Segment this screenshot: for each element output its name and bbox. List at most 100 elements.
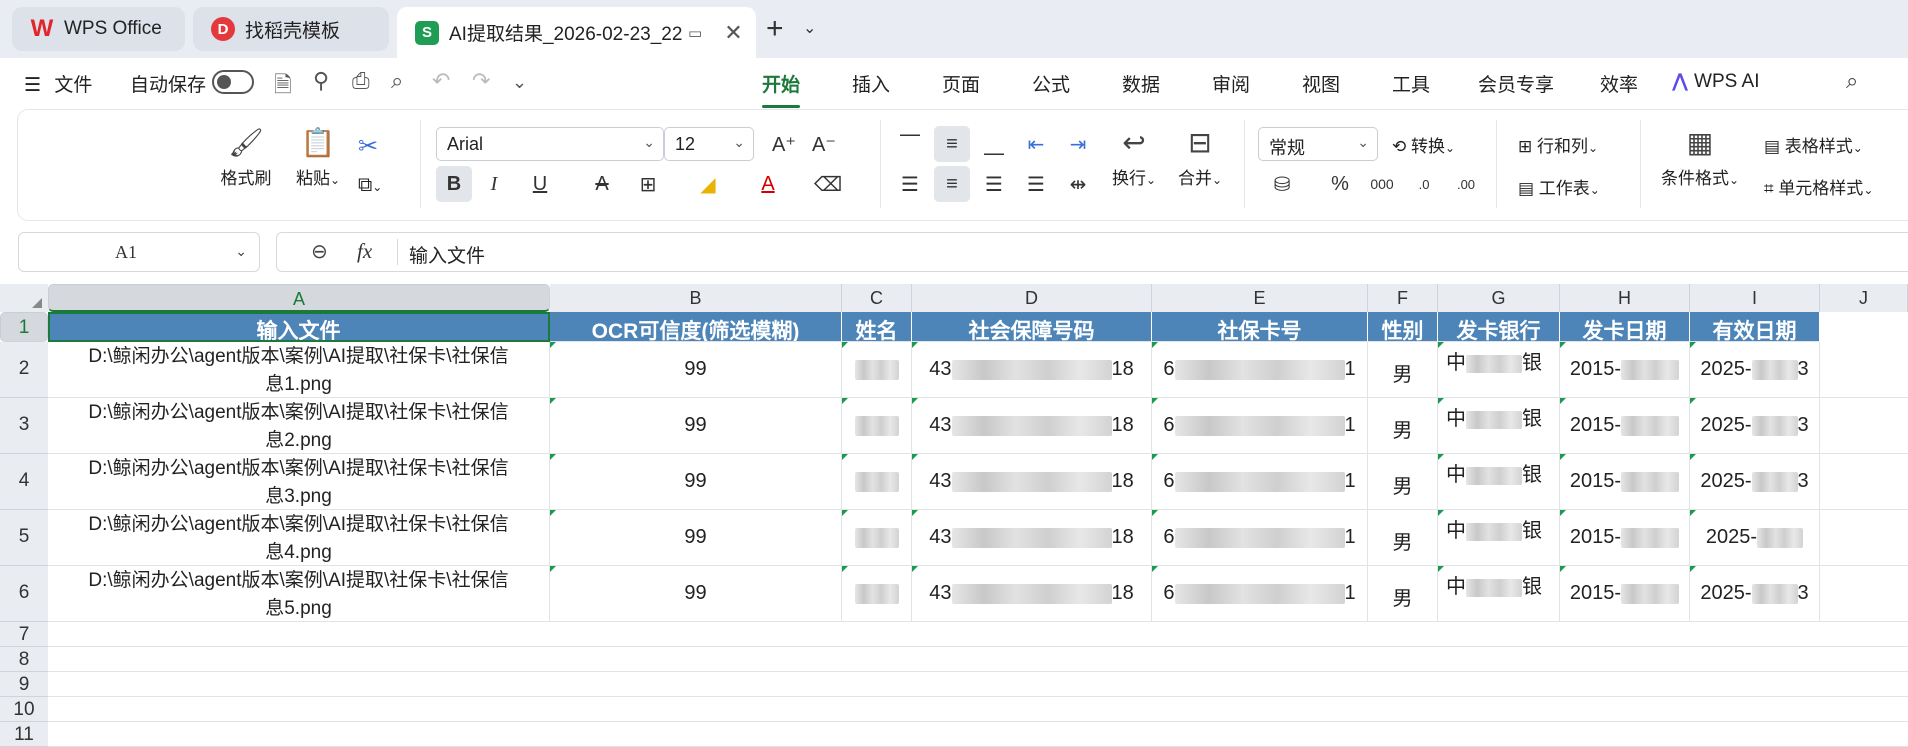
indent-increase-icon[interactable]: ⇥ (1060, 126, 1096, 162)
print-preview-icon[interactable]: ⌕ (391, 68, 403, 94)
autosave-toggle[interactable] (212, 70, 254, 94)
function-icon[interactable]: fx (357, 239, 372, 264)
print-icon[interactable]: ⎙ (352, 68, 370, 94)
italic-button[interactable]: I (476, 166, 512, 202)
cell-card-number[interactable]: 61 (1152, 342, 1368, 398)
tab-insert[interactable]: 插入 (852, 70, 890, 97)
monitor-icon[interactable]: ▭ (688, 24, 702, 42)
cell-input-file[interactable]: D:\鲸闲办公\agent版本\案例\AI提取\社保卡\社保信 息4.png (48, 510, 550, 566)
redo-icon[interactable]: ↷ (472, 68, 490, 94)
header-cell-name[interactable]: 姓名 (842, 312, 912, 342)
row-header-10[interactable]: 10 (0, 697, 48, 722)
cell-issue-date[interactable]: 2015- (1560, 342, 1690, 398)
cell-ssn[interactable]: 43 18 (912, 566, 1152, 622)
cell-name-redacted[interactable] (842, 454, 912, 510)
align-bottom-icon[interactable]: ⎽ (976, 126, 1012, 162)
column-header-d[interactable]: D (912, 284, 1152, 312)
eraser-icon[interactable]: ⌫ (810, 166, 846, 202)
copy-icon[interactable]: ⧉⌄ (358, 174, 382, 197)
align-left-icon[interactable]: ☰ (892, 166, 928, 202)
column-header-j[interactable]: J (1820, 284, 1908, 312)
row-header-5[interactable]: 5 (0, 510, 48, 566)
tab-data[interactable]: 数据 (1122, 70, 1160, 97)
decimal-decrease-icon[interactable]: .00 (1448, 166, 1484, 202)
cell-bank[interactable]: 中银 (1438, 342, 1560, 398)
header-cell-input-file[interactable]: 输入文件 (48, 312, 550, 342)
empty-row[interactable] (48, 622, 1908, 647)
cell-gender[interactable]: 男 (1368, 566, 1438, 622)
format-painter-button[interactable]: 🖌 格式刷 (218, 126, 274, 189)
header-cell-card-number[interactable]: 社保卡号 (1152, 312, 1368, 342)
cell-name-redacted[interactable] (842, 398, 912, 454)
strikethrough-button[interactable]: A (584, 166, 620, 202)
cell-ssn[interactable]: 43 18 (912, 342, 1152, 398)
cell-ssn[interactable]: 43 18 (912, 398, 1152, 454)
chevron-down-icon[interactable]: ⌄ (512, 72, 527, 93)
cell-name-redacted[interactable] (842, 342, 912, 398)
column-header-a[interactable]: A (48, 284, 550, 312)
row-header-11[interactable]: 11 (0, 722, 48, 747)
column-header-b[interactable]: B (550, 284, 842, 312)
bold-button[interactable]: B (436, 166, 472, 202)
cell-expiry-date[interactable]: 2025- 3 (1690, 454, 1820, 510)
wrap-button[interactable]: ↩ 换行⌄ (1104, 126, 1164, 189)
font-color-icon[interactable]: A (750, 166, 786, 202)
tab-view[interactable]: 视图 (1302, 70, 1340, 97)
spreadsheet-grid[interactable]: A B C D E F G H I J 1 2 3 4 5 6 7 8 9 10… (0, 284, 1908, 747)
cell-card-number[interactable]: 61 (1152, 566, 1368, 622)
underline-button[interactable]: U (522, 166, 558, 202)
cell-card-number[interactable]: 61 (1152, 398, 1368, 454)
border-icon[interactable]: ⊞ (630, 166, 666, 202)
cell-issue-date[interactable]: 2015- (1560, 566, 1690, 622)
thousands-icon[interactable]: 000 (1364, 166, 1400, 202)
cell-bank[interactable]: 中银 (1438, 398, 1560, 454)
convert-button[interactable]: ⟲ 转换⌄ (1392, 132, 1455, 157)
wps-ai-button[interactable]: ⋀ WPS AI (1672, 70, 1759, 93)
align-top-icon[interactable]: ⎺ (892, 126, 928, 162)
header-cell-ssn[interactable]: 社会保障号码 (912, 312, 1152, 342)
header-cell-gender[interactable]: 性别 (1368, 312, 1438, 342)
distribute-icon[interactable]: ⇹ (1060, 166, 1096, 202)
fill-color-icon[interactable]: ◢ (690, 166, 726, 202)
cell-ocr-confidence[interactable]: 99 (550, 566, 842, 622)
font-size-select[interactable]: 12 ⌄ (664, 127, 754, 161)
empty-row[interactable] (48, 672, 1908, 697)
cell-expiry-date[interactable]: 2025- 3 (1690, 342, 1820, 398)
column-header-g[interactable]: G (1438, 284, 1560, 312)
cell-gender[interactable]: 男 (1368, 454, 1438, 510)
cell-issue-date[interactable]: 2015- (1560, 510, 1690, 566)
row-header-3[interactable]: 3 (0, 398, 48, 454)
cell-ocr-confidence[interactable]: 99 (550, 454, 842, 510)
increase-font-icon[interactable]: A⁺ (766, 126, 802, 162)
column-header-f[interactable]: F (1368, 284, 1438, 312)
column-header-i[interactable]: I (1690, 284, 1820, 312)
cell-expiry-date[interactable]: 2025- 3 (1690, 398, 1820, 454)
indent-decrease-icon[interactable]: ⇤ (1018, 126, 1054, 162)
cell-ocr-confidence[interactable]: 99 (550, 342, 842, 398)
tab-member[interactable]: 会员专享 (1478, 70, 1554, 97)
name-box[interactable]: A1 ⌄ (18, 232, 260, 272)
cut-icon[interactable]: ✂ (358, 132, 378, 161)
cell-empty[interactable] (1820, 454, 1908, 510)
undo-icon[interactable]: ↶ (432, 68, 450, 94)
tab-templates[interactable]: D 找稻壳模板 (193, 7, 389, 51)
column-header-e[interactable]: E (1152, 284, 1368, 312)
rows-cols-button[interactable]: ⊞ 行和列⌄ (1518, 132, 1598, 157)
align-middle-icon[interactable]: ≡ (934, 126, 970, 162)
row-header-8[interactable]: 8 (0, 647, 48, 672)
formula-bar[interactable]: ⊖ fx 输入文件 (276, 232, 1908, 272)
cell-gender[interactable]: 男 (1368, 398, 1438, 454)
cell-ssn[interactable]: 43 18 (912, 510, 1152, 566)
cell-expiry-date[interactable]: 2025- (1690, 510, 1820, 566)
row-header-6[interactable]: 6 (0, 566, 48, 622)
cell-issue-date[interactable]: 2015- (1560, 454, 1690, 510)
tab-review[interactable]: 审阅 (1212, 70, 1250, 97)
new-tab-icon[interactable]: + (766, 12, 784, 46)
cell-name-redacted[interactable] (842, 510, 912, 566)
conditional-format-button[interactable]: ▦ 条件格式⌄ (1656, 126, 1744, 189)
row-header-2[interactable]: 2 (0, 342, 48, 398)
header-cell-issue-date[interactable]: 发卡日期 (1560, 312, 1690, 342)
cell-input-file[interactable]: D:\鲸闲办公\agent版本\案例\AI提取\社保卡\社保信 息2.png (48, 398, 550, 454)
cell-name-redacted[interactable] (842, 566, 912, 622)
cell-card-number[interactable]: 61 (1152, 510, 1368, 566)
